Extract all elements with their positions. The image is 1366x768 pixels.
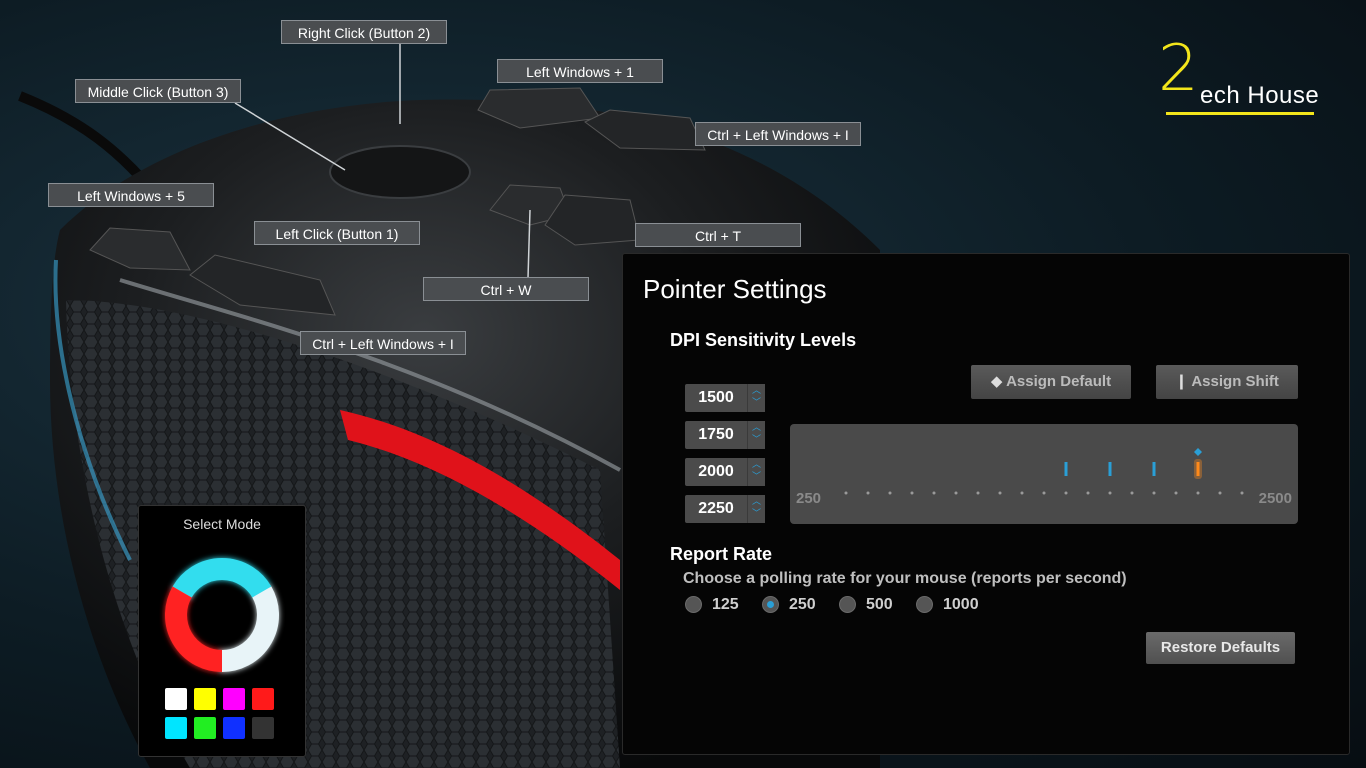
callout-ctrl-left-windows-i-top: Ctrl + Left Windows + I (695, 122, 861, 146)
default-diamond-icon (1194, 448, 1202, 456)
dpi-level-2[interactable]: 1750 ︿ ﹀ (685, 421, 765, 449)
assign-shift-button[interactable]: ❙ Assign Shift (1156, 365, 1298, 399)
dpi-level-1[interactable]: 1500 ︿ ﹀ (685, 384, 765, 412)
slider-tick (954, 491, 958, 495)
active-dpi-marker[interactable] (1196, 462, 1200, 476)
slider-tick (866, 491, 870, 495)
slider-tick (1196, 491, 1200, 495)
panel-title: Pointer Settings (643, 274, 827, 304)
color-ring-segment[interactable] (165, 586, 223, 672)
select-mode-title: Select Mode (183, 516, 261, 532)
pointer-settings-panel: Pointer Settings DPI Sensitivity Levels … (622, 253, 1350, 755)
dpi-stepper[interactable]: ︿ ﹀ (747, 458, 765, 486)
brand-numeral: 2 (1158, 32, 1199, 106)
assign-default-button[interactable]: ◆ Assign Default (971, 365, 1131, 399)
callout-left-click: Left Click (Button 1) (254, 221, 420, 245)
assign-default-label: Assign Default (1006, 373, 1112, 390)
slider-tick (1108, 491, 1112, 495)
shift-marker-icon: ❙ (1175, 373, 1188, 390)
slider-tick (1020, 491, 1024, 495)
slider-tick (910, 491, 914, 495)
dpi-value[interactable]: 1750 (685, 421, 747, 449)
color-swatch[interactable] (194, 717, 216, 739)
callout-ctrl-t: Ctrl + T (635, 223, 801, 247)
slider-tick (1218, 491, 1222, 495)
report-rate-title: Report Rate (670, 544, 773, 564)
slider-tick (1240, 491, 1244, 495)
scroll-wheel (329, 145, 471, 199)
callout-middle-click: Middle Click (Button 3) (75, 79, 241, 103)
slider-tick (1130, 491, 1134, 495)
assign-shift-label: Assign Shift (1191, 373, 1279, 390)
dpi-value[interactable]: 2000 (685, 458, 747, 486)
color-swatch[interactable] (165, 717, 187, 739)
dpi-value[interactable]: 1500 (685, 384, 747, 412)
color-swatch[interactable] (223, 717, 245, 739)
dpi-stepper[interactable]: ︿ ﹀ (747, 495, 765, 523)
color-swatch[interactable] (252, 688, 274, 710)
color-ring-segment[interactable] (172, 558, 272, 598)
rate-label: 1000 (943, 596, 979, 613)
slider-tick (1042, 491, 1046, 495)
callout-left-windows-5: Left Windows + 5 (48, 183, 214, 207)
callout-left-windows-1: Left Windows + 1 (497, 59, 663, 83)
dpi-level-marker[interactable] (1064, 462, 1068, 476)
slider-tick (888, 491, 892, 495)
select-mode-panel: Select Mode (138, 505, 306, 757)
radio-500[interactable] (839, 596, 856, 613)
slider-tick (1174, 491, 1178, 495)
radio-125[interactable] (685, 596, 702, 613)
rate-label: 250 (789, 596, 816, 613)
slider-tick (1086, 491, 1090, 495)
rate-label: 125 (712, 596, 739, 613)
dpi-section-title: DPI Sensitivity Levels (670, 330, 857, 350)
dpi-slider[interactable]: 250 2500 (790, 424, 1298, 524)
radio-250[interactable] (762, 596, 779, 613)
brand-logo: 2 ech House (1158, 32, 1338, 118)
dpi-level-marker[interactable] (1108, 462, 1112, 476)
dpi-level-4[interactable]: 2250 ︿ ﹀ (685, 495, 765, 523)
restore-defaults-button[interactable]: Restore Defaults (1146, 632, 1295, 664)
radio-1000[interactable] (916, 596, 933, 613)
callout-ctrl-w: Ctrl + W (423, 277, 589, 301)
dpi-level-marker[interactable] (1152, 462, 1156, 476)
slider-tick (998, 491, 1002, 495)
dpi-stepper[interactable]: ︿ ﹀ (747, 421, 765, 449)
report-rate-description: Choose a polling rate for your mouse (re… (683, 570, 1127, 587)
color-swatch[interactable] (165, 688, 187, 710)
slider-tick (1152, 491, 1156, 495)
slider-tick (976, 491, 980, 495)
brand-underline (1166, 112, 1314, 115)
color-swatch[interactable] (252, 717, 274, 739)
color-ring[interactable] (159, 552, 285, 678)
slider-tick (932, 491, 936, 495)
color-ring-segment[interactable] (221, 586, 279, 672)
color-swatches (165, 688, 283, 739)
callout-right-click: Right Click (Button 2) (281, 20, 447, 44)
dpi-stepper[interactable]: ︿ ﹀ (747, 384, 765, 412)
slider-tick (1064, 491, 1068, 495)
callout-ctrl-left-windows-i-bottom: Ctrl + Left Windows + I (300, 331, 466, 355)
slider-tick (844, 491, 848, 495)
rate-label: 500 (866, 596, 893, 613)
brand-name: ech House (1200, 82, 1320, 109)
color-swatch[interactable] (223, 688, 245, 710)
color-swatch[interactable] (194, 688, 216, 710)
dpi-level-3[interactable]: 2000 ︿ ﹀ (685, 458, 765, 486)
diamond-icon: ◆ (990, 373, 1003, 390)
slider-marks (844, 448, 1244, 495)
dpi-value[interactable]: 2250 (685, 495, 747, 523)
